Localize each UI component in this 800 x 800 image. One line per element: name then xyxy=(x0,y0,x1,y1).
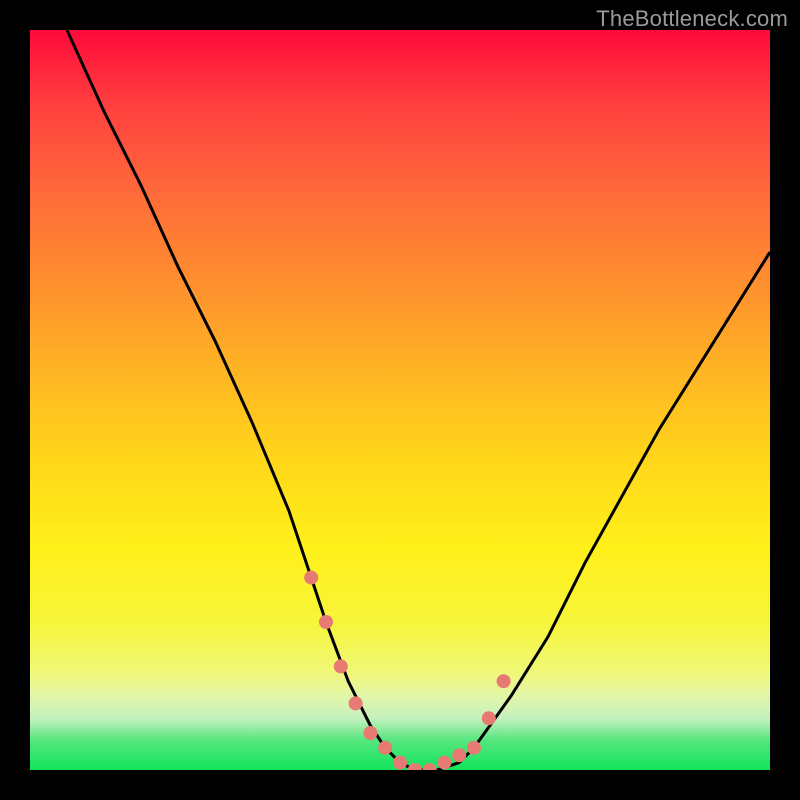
attribution-text: TheBottleneck.com xyxy=(596,6,788,32)
curve-layer xyxy=(30,30,770,770)
chart-frame: TheBottleneck.com xyxy=(0,0,800,800)
marker-point xyxy=(467,741,481,755)
marker-point xyxy=(378,741,392,755)
marker-point xyxy=(408,763,422,770)
marker-point xyxy=(319,615,333,629)
marker-point xyxy=(393,756,407,770)
marker-point xyxy=(304,571,318,585)
marker-point xyxy=(437,756,451,770)
marker-point xyxy=(334,659,348,673)
marker-point xyxy=(423,763,437,770)
bottleneck-curve xyxy=(67,30,770,770)
marker-point xyxy=(349,696,363,710)
plot-area xyxy=(30,30,770,770)
marker-point xyxy=(452,748,466,762)
marker-point xyxy=(363,726,377,740)
marker-point xyxy=(482,711,496,725)
marker-point xyxy=(497,674,511,688)
